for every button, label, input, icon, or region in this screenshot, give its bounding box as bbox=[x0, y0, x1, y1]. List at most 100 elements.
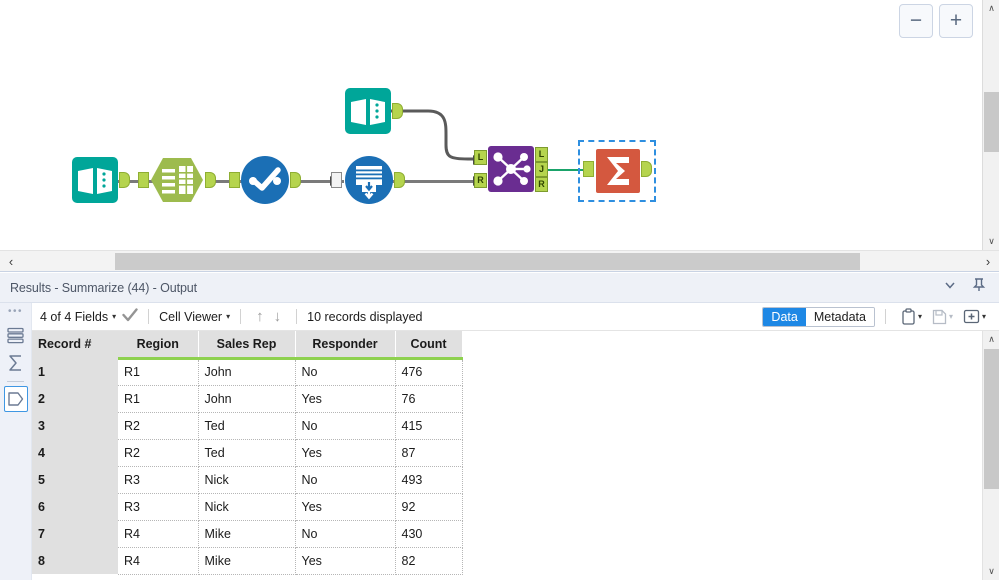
scroll-left-button[interactable]: ‹ bbox=[0, 251, 22, 272]
join-input-anchor-left[interactable]: L bbox=[474, 150, 487, 165]
scrollbar-thumb[interactable] bbox=[984, 349, 999, 489]
save-button[interactable]: ▾ bbox=[927, 309, 958, 325]
scroll-up-button[interactable]: ∧ bbox=[983, 0, 999, 17]
sidebar-item-all-tools[interactable] bbox=[4, 322, 28, 348]
column-header-responder[interactable]: Responder bbox=[295, 331, 396, 360]
cell-count[interactable]: 76 bbox=[395, 385, 463, 413]
add-button[interactable]: ▾ bbox=[958, 309, 991, 324]
connection-union-join-r[interactable] bbox=[392, 180, 480, 183]
input-anchor[interactable] bbox=[138, 172, 149, 188]
input-anchor[interactable] bbox=[583, 161, 594, 177]
output-anchor[interactable] bbox=[641, 161, 652, 177]
cell-count[interactable]: 87 bbox=[395, 439, 463, 467]
cell-region[interactable]: R4 bbox=[118, 547, 199, 575]
results-grid-container[interactable]: Record # Region Sales Rep Responder Coun… bbox=[32, 331, 999, 580]
join-output-anchor-left[interactable]: L bbox=[535, 147, 548, 162]
cell-record-number: 1 bbox=[32, 358, 118, 385]
cell-count[interactable]: 92 bbox=[395, 493, 463, 521]
cell-responder[interactable]: Yes bbox=[295, 439, 396, 467]
table-row[interactable]: 6 R3 Nick Yes 92 bbox=[32, 493, 463, 521]
sidebar-drag-handle[interactable]: ••• bbox=[8, 307, 23, 317]
cell-sales-rep[interactable]: Nick bbox=[198, 493, 296, 521]
cell-region[interactable]: R3 bbox=[118, 493, 199, 521]
canvas-horizontal-scrollbar[interactable]: ‹ › bbox=[0, 250, 999, 272]
results-vertical-scrollbar[interactable]: ∧ ∨ bbox=[982, 331, 999, 580]
cell-sales-rep[interactable]: John bbox=[198, 385, 296, 413]
scroll-down-button[interactable]: ∨ bbox=[983, 233, 999, 250]
table-row[interactable]: 2 R1 John Yes 76 bbox=[32, 385, 463, 413]
join-output-anchor-right[interactable]: R bbox=[535, 177, 548, 192]
chevron-down-icon[interactable] bbox=[943, 278, 957, 297]
fields-selector-button[interactable]: 4 of 4 Fields ▾ bbox=[40, 310, 116, 324]
scrollbar-thumb[interactable] bbox=[984, 92, 999, 152]
tab-data[interactable]: Data bbox=[763, 307, 806, 326]
column-header-count[interactable]: Count bbox=[395, 331, 463, 360]
workflow-canvas[interactable]: − + L R L J R ∧ ∨ bbox=[0, 0, 999, 250]
zoom-out-button[interactable]: − bbox=[899, 4, 933, 38]
nav-down-button[interactable]: ↓ bbox=[269, 308, 287, 325]
column-header-sales-rep[interactable]: Sales Rep bbox=[198, 331, 296, 360]
cell-responder[interactable]: No bbox=[295, 358, 396, 386]
input-anchor[interactable] bbox=[331, 172, 342, 188]
input-anchor[interactable] bbox=[229, 172, 240, 188]
zoom-in-button[interactable]: + bbox=[939, 4, 973, 38]
cell-sales-rep[interactable]: Mike bbox=[198, 547, 296, 575]
scrollbar-thumb[interactable] bbox=[115, 253, 860, 270]
table-row[interactable]: 3 R2 Ted No 415 bbox=[32, 412, 463, 440]
sidebar-item-output[interactable] bbox=[3, 386, 28, 412]
cell-count[interactable]: 415 bbox=[395, 412, 463, 440]
column-header-region[interactable]: Region bbox=[118, 331, 199, 360]
cell-sales-rep[interactable]: Mike bbox=[198, 520, 296, 548]
nav-up-button[interactable]: ↑ bbox=[251, 308, 269, 325]
cell-region[interactable]: R3 bbox=[118, 466, 199, 494]
output-anchor[interactable] bbox=[205, 172, 216, 188]
join-input-anchor-right[interactable]: R bbox=[474, 173, 487, 188]
join-output-anchor-join[interactable]: J bbox=[535, 162, 548, 177]
table-row[interactable]: 4 R2 Ted Yes 87 bbox=[32, 439, 463, 467]
output-anchor[interactable] bbox=[290, 172, 301, 188]
cell-responder[interactable]: No bbox=[295, 520, 396, 548]
column-header-record[interactable]: Record # bbox=[32, 331, 118, 359]
records-displayed-label: 10 records displayed bbox=[307, 309, 423, 324]
copy-button[interactable]: ▾ bbox=[896, 308, 927, 325]
cell-region[interactable]: R2 bbox=[118, 439, 199, 467]
cell-region[interactable]: R1 bbox=[118, 385, 199, 413]
cell-count[interactable]: 476 bbox=[395, 358, 463, 386]
sigma-icon bbox=[596, 149, 640, 193]
cell-region[interactable]: R1 bbox=[118, 358, 199, 386]
tab-metadata[interactable]: Metadata bbox=[805, 307, 874, 326]
output-anchor[interactable] bbox=[394, 172, 405, 188]
cell-sales-rep[interactable]: Ted bbox=[198, 412, 296, 440]
cell-region[interactable]: R2 bbox=[118, 412, 199, 440]
cell-count[interactable]: 82 bbox=[395, 547, 463, 575]
sidebar-item-summarize[interactable] bbox=[4, 350, 28, 376]
cell-viewer-button[interactable]: Cell Viewer ▾ bbox=[159, 310, 230, 324]
cell-responder[interactable]: No bbox=[295, 412, 396, 440]
output-anchor[interactable] bbox=[119, 172, 130, 188]
cell-sales-rep[interactable]: Ted bbox=[198, 439, 296, 467]
scroll-up-button[interactable]: ∧ bbox=[983, 331, 999, 348]
cell-sales-rep[interactable]: Nick bbox=[198, 466, 296, 494]
table-row[interactable]: 8 R4 Mike Yes 82 bbox=[32, 547, 463, 575]
add-box-icon bbox=[963, 309, 980, 324]
table-row[interactable]: 1 R1 John No 476 bbox=[32, 358, 463, 386]
canvas-vertical-scrollbar[interactable]: ∧ ∨ bbox=[982, 0, 999, 250]
cell-region[interactable]: R4 bbox=[118, 520, 199, 548]
cell-responder[interactable]: Yes bbox=[295, 547, 396, 575]
cell-responder[interactable]: Yes bbox=[295, 493, 396, 521]
clipboard-icon bbox=[902, 308, 915, 325]
table-row[interactable]: 5 R3 Nick No 493 bbox=[32, 466, 463, 494]
table-row[interactable]: 7 R4 Mike No 430 bbox=[32, 520, 463, 548]
cell-responder[interactable]: No bbox=[295, 466, 396, 494]
scroll-right-button[interactable]: › bbox=[977, 251, 999, 272]
cell-count[interactable]: 430 bbox=[395, 520, 463, 548]
output-anchor[interactable] bbox=[392, 103, 403, 119]
canvas-surface[interactable]: L R L J R bbox=[0, 0, 970, 250]
cell-sales-rep[interactable]: John bbox=[198, 358, 296, 386]
check-icon[interactable] bbox=[122, 308, 138, 325]
cell-count[interactable]: 493 bbox=[395, 466, 463, 494]
pin-icon[interactable] bbox=[971, 277, 987, 298]
cell-responder[interactable]: Yes bbox=[295, 385, 396, 413]
join-node-icon bbox=[488, 146, 534, 192]
scroll-down-button[interactable]: ∨ bbox=[983, 563, 999, 580]
